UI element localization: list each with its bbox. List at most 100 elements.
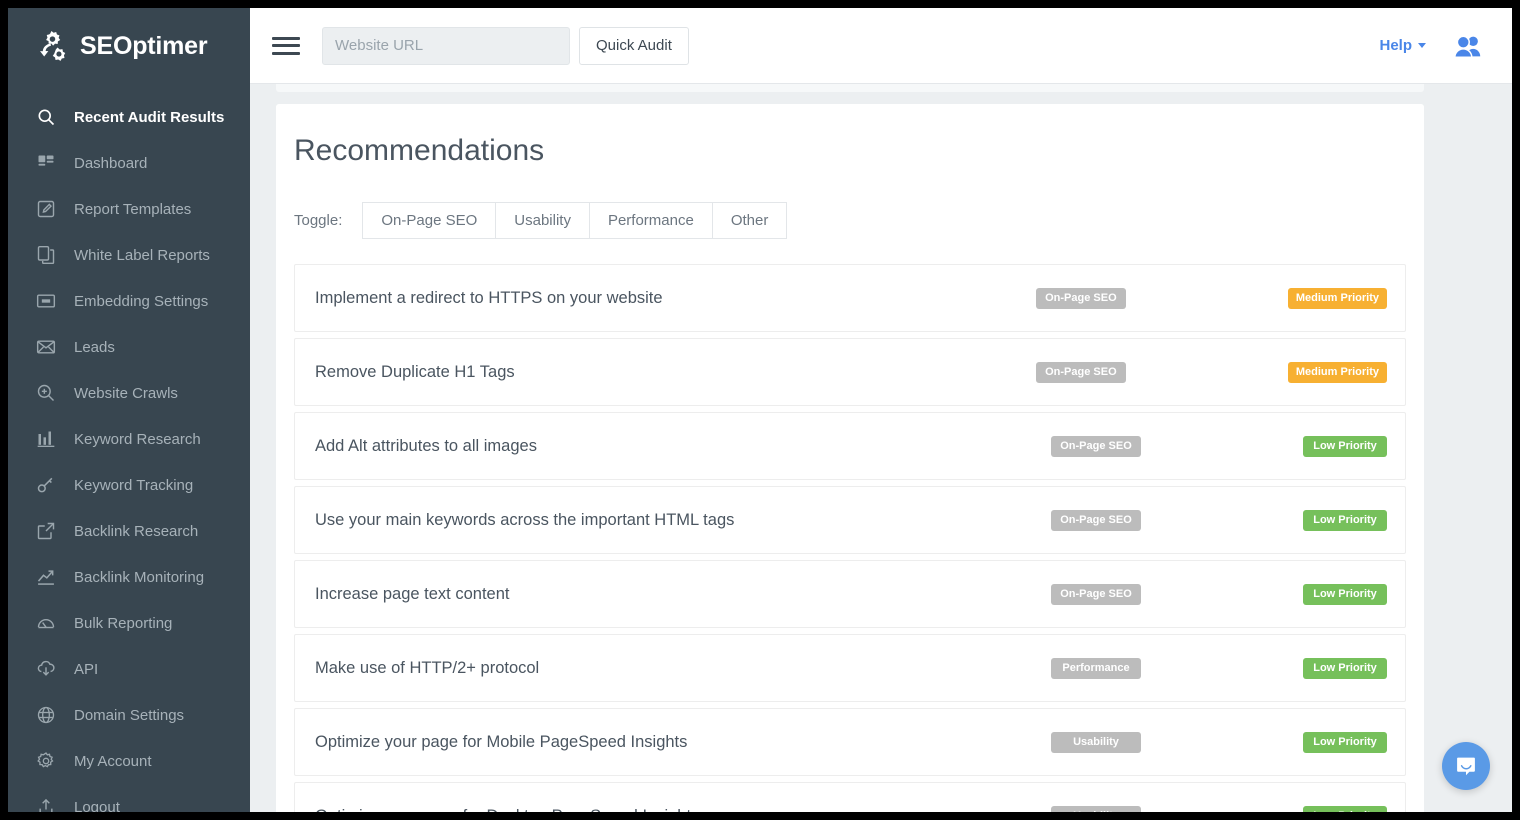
search-icon <box>35 106 57 128</box>
tab-performance[interactable]: Performance <box>589 202 712 239</box>
gauge-icon <box>35 612 57 634</box>
category-badge: Usability <box>1051 806 1141 813</box>
sidebar-item-my-account[interactable]: My Account <box>8 738 250 784</box>
chevron-down-icon <box>1418 43 1426 48</box>
sidebar-item-label: Embedding Settings <box>74 293 208 310</box>
category-badge: On-Page SEO <box>1051 510 1141 531</box>
priority-badge: Low Priority <box>1303 658 1387 679</box>
recommendation-title: Remove Duplicate H1 Tags <box>315 363 1036 382</box>
sidebar-item-website-crawls[interactable]: Website Crawls <box>8 370 250 416</box>
line-chart-icon <box>35 566 57 588</box>
recommendations-list: Implement a redirect to HTTPS on your we… <box>294 264 1406 812</box>
tab-other[interactable]: Other <box>712 202 788 239</box>
brand-logo[interactable]: SEOptimer <box>8 8 250 84</box>
sidebar-item-keyword-tracking[interactable]: Keyword Tracking <box>8 462 250 508</box>
sidebar-item-backlink-research[interactable]: Backlink Research <box>8 508 250 554</box>
website-url-input[interactable] <box>322 27 570 65</box>
priority-badge: Low Priority <box>1303 806 1387 813</box>
recommendation-row[interactable]: Increase page text contentOn-Page SEO Low… <box>294 560 1406 628</box>
sidebar-item-label: Keyword Tracking <box>74 477 193 494</box>
priority-badge: Medium Priority <box>1288 288 1387 309</box>
hamburger-icon[interactable] <box>272 34 300 58</box>
sidebar-item-white-label-reports[interactable]: White Label Reports <box>8 232 250 278</box>
category-badge: On-Page SEO <box>1051 436 1141 457</box>
category-badge: On-Page SEO <box>1036 288 1126 309</box>
recommendation-title: Add Alt attributes to all images <box>315 437 1051 456</box>
recommendation-row[interactable]: Optimize your page for Desktop PageSpeed… <box>294 782 1406 812</box>
recommendation-title: Increase page text content <box>315 585 1051 604</box>
toggle-filter-row: Toggle: On-Page SEO Usability Performanc… <box>294 202 1406 239</box>
users-icon[interactable] <box>1452 33 1484 59</box>
recommendation-title: Use your main keywords across the import… <box>315 511 1051 530</box>
sidebar-item-label: API <box>74 661 98 678</box>
scroll-edge-hint <box>276 84 1424 92</box>
help-menu[interactable]: Help <box>1379 37 1426 54</box>
upload-logout-icon <box>35 796 57 812</box>
embed-box-icon <box>35 290 57 312</box>
sidebar-item-label: Bulk Reporting <box>74 615 172 632</box>
recommendation-title: Optimize your page for Mobile PageSpeed … <box>315 733 1051 752</box>
recommendation-title: Make use of HTTP/2+ protocol <box>315 659 1051 678</box>
sidebar-item-dashboard[interactable]: Dashboard <box>8 140 250 186</box>
sidebar-item-recent-audit-results[interactable]: Recent Audit Results <box>8 94 250 140</box>
sidebar-item-label: Website Crawls <box>74 385 178 402</box>
toggle-label: Toggle: <box>294 212 342 229</box>
priority-badge: Low Priority <box>1303 510 1387 531</box>
sidebar-item-backlink-monitoring[interactable]: Backlink Monitoring <box>8 554 250 600</box>
sidebar-item-label: My Account <box>74 753 152 770</box>
category-badge: On-Page SEO <box>1036 362 1126 383</box>
recommendation-row[interactable]: Optimize your page for Mobile PageSpeed … <box>294 708 1406 776</box>
sidebar: SEOptimer Recent Audit Results Dashboard <box>8 8 250 812</box>
priority-badge: Low Priority <box>1303 732 1387 753</box>
envelope-icon <box>35 336 57 358</box>
gear-icon <box>35 750 57 772</box>
priority-badge: Low Priority <box>1303 436 1387 457</box>
chat-bubble-icon[interactable] <box>1442 742 1490 790</box>
recommendation-row[interactable]: Make use of HTTP/2+ protocolPerformance L… <box>294 634 1406 702</box>
sidebar-item-embedding-settings[interactable]: Embedding Settings <box>8 278 250 324</box>
top-header: Quick Audit Help <box>250 8 1512 84</box>
dashboard-grid-icon <box>35 152 57 174</box>
recommendations-panel: Recommendations Toggle: On-Page SEO Usab… <box>276 104 1424 812</box>
sidebar-item-label: Logout <box>74 799 120 813</box>
category-badge: Usability <box>1051 732 1141 753</box>
sidebar-item-leads[interactable]: Leads <box>8 324 250 370</box>
recommendation-row[interactable]: Implement a redirect to HTTPS on your we… <box>294 264 1406 332</box>
tab-on-page-seo[interactable]: On-Page SEO <box>362 202 495 239</box>
priority-badge: Low Priority <box>1303 584 1387 605</box>
tab-usability[interactable]: Usability <box>495 202 589 239</box>
sidebar-item-label: Backlink Monitoring <box>74 569 204 586</box>
sidebar-item-logout[interactable]: Logout <box>8 784 250 812</box>
app-viewport: SEOptimer Recent Audit Results Dashboard <box>8 8 1512 812</box>
sidebar-item-label: Report Templates <box>74 201 191 218</box>
sidebar-item-label: White Label Reports <box>74 247 210 264</box>
sidebar-item-label: Domain Settings <box>74 707 184 724</box>
sidebar-nav: Recent Audit Results Dashboard Report Te… <box>8 84 250 812</box>
recommendation-title: Implement a redirect to HTTPS on your we… <box>315 289 1036 308</box>
globe-icon <box>35 704 57 726</box>
recommendation-row[interactable]: Remove Duplicate H1 TagsOn-Page SEO Mediu… <box>294 338 1406 406</box>
sidebar-item-bulk-reporting[interactable]: Bulk Reporting <box>8 600 250 646</box>
key-icon <box>35 474 57 496</box>
copy-documents-icon <box>35 244 57 266</box>
recommendation-row[interactable]: Use your main keywords across the import… <box>294 486 1406 554</box>
sidebar-item-label: Keyword Research <box>74 431 201 448</box>
sidebar-item-domain-settings[interactable]: Domain Settings <box>8 692 250 738</box>
page-title: Recommendations <box>294 134 1406 168</box>
sidebar-item-report-templates[interactable]: Report Templates <box>8 186 250 232</box>
sidebar-item-label: Dashboard <box>74 155 147 172</box>
sidebar-item-keyword-research[interactable]: Keyword Research <box>8 416 250 462</box>
sidebar-item-label: Leads <box>74 339 115 356</box>
help-label: Help <box>1379 37 1412 54</box>
category-badge: On-Page SEO <box>1051 584 1141 605</box>
header-right-group: Help <box>1379 33 1484 59</box>
bar-chart-icon <box>35 428 57 450</box>
sidebar-item-label: Backlink Research <box>74 523 198 540</box>
category-badge: Performance <box>1051 658 1141 679</box>
priority-badge: Medium Priority <box>1288 362 1387 383</box>
brand-name: SEOptimer <box>80 32 207 61</box>
recommendation-row[interactable]: Add Alt attributes to all imagesOn-Page … <box>294 412 1406 480</box>
sidebar-item-api[interactable]: API <box>8 646 250 692</box>
quick-audit-button[interactable]: Quick Audit <box>579 27 689 65</box>
main-content: Recommendations Toggle: On-Page SEO Usab… <box>250 84 1512 812</box>
